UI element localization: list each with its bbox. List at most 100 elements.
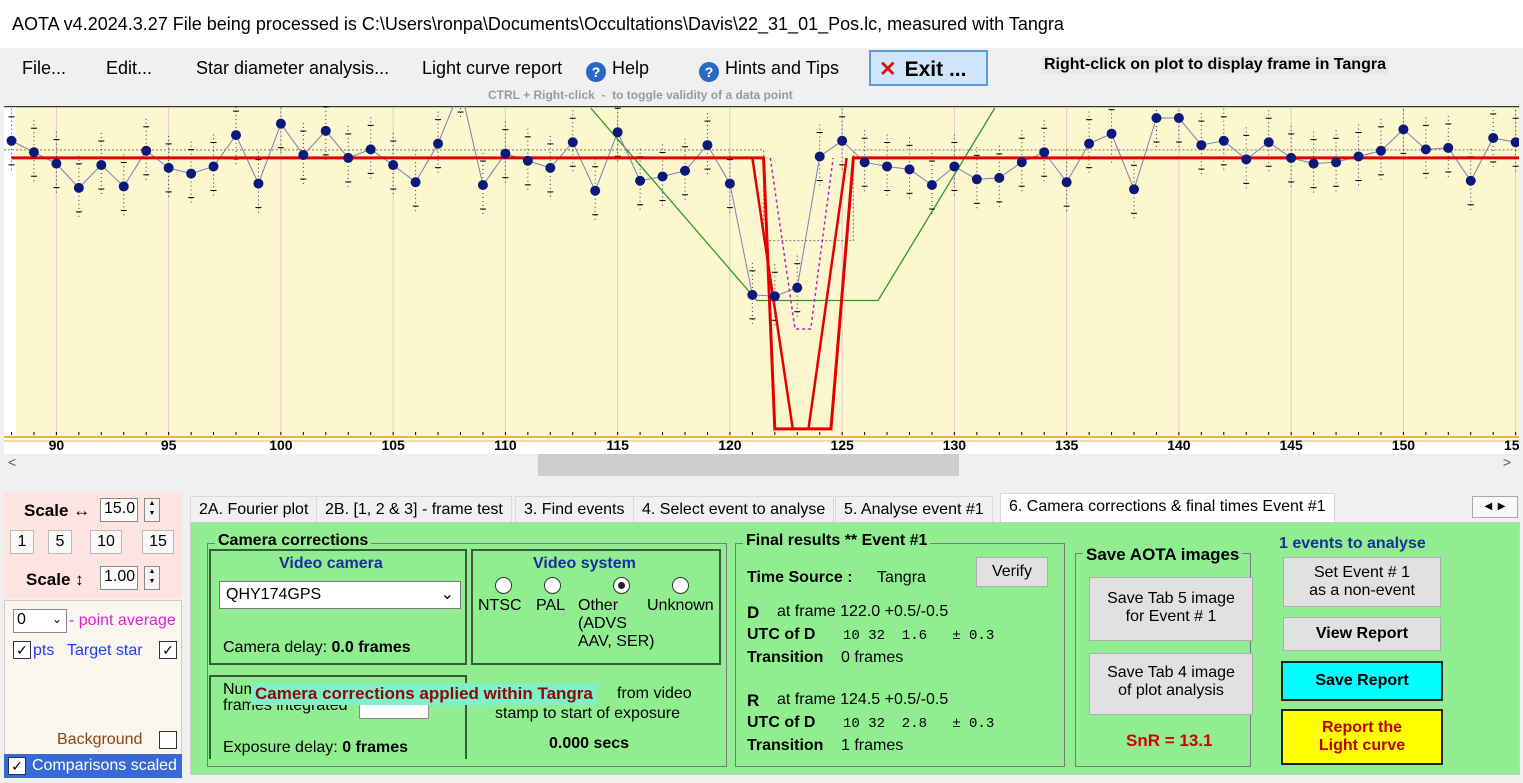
video-system-title: Video system xyxy=(533,555,636,572)
point-average-value: 0 xyxy=(17,611,26,628)
tab-camera-corrections[interactable]: 6. Camera corrections & final times Even… xyxy=(1000,493,1335,524)
x-tick-label: 135 xyxy=(1055,437,1079,453)
data-point xyxy=(410,177,421,188)
scale-1-button[interactable]: 1 xyxy=(10,530,34,554)
data-point xyxy=(882,161,893,172)
data-point xyxy=(1039,147,1050,158)
tab-scroll-arrows[interactable]: ◀ ▶ xyxy=(1472,496,1518,518)
data-point xyxy=(231,130,241,141)
scale-v-label: Scale ↕ xyxy=(26,570,84,589)
menu-light-curve-report[interactable]: Light curve report xyxy=(422,58,562,79)
save-tab4-line2: of plot analysis xyxy=(1118,682,1224,699)
view-report-button[interactable]: View Report xyxy=(1283,617,1441,651)
radio-unknown[interactable] xyxy=(672,577,689,594)
data-point xyxy=(567,137,578,148)
scale-v-input[interactable]: 1.00 xyxy=(100,566,138,590)
utc-r-value: 10 32 2.8 ± 0.3 xyxy=(843,716,995,732)
data-point xyxy=(1151,112,1162,123)
data-point xyxy=(747,289,758,300)
scroll-left-icon[interactable]: < xyxy=(8,454,16,470)
radio-pal[interactable] xyxy=(544,577,561,594)
save-tab4-button[interactable]: Save Tab 4 image of plot analysis xyxy=(1089,653,1253,715)
scale-h-input[interactable]: 15.0 xyxy=(100,498,138,522)
data-point xyxy=(1263,137,1274,148)
target-star-checkbox[interactable]: ✓ xyxy=(159,641,177,659)
save-tab4-line1: Save Tab 4 image xyxy=(1107,664,1235,681)
scale-v-spinner[interactable]: ▲ ▼ xyxy=(144,566,160,590)
menu-edit[interactable]: Edit... xyxy=(106,58,152,79)
x-tick-label: 125 xyxy=(830,437,854,453)
comparisons-checkbox[interactable]: ✓ xyxy=(8,757,26,775)
scale-10-button[interactable]: 10 xyxy=(90,530,122,554)
video-system-box: Video system NTSC PAL Other Unknown (ADV… xyxy=(471,549,721,665)
save-report-button[interactable]: Save Report xyxy=(1281,661,1443,701)
tab-select-event[interactable]: 4. Select event to analyse xyxy=(633,496,835,524)
menu-help[interactable]: ? Help xyxy=(586,58,649,82)
x-tick-label: 150 xyxy=(1392,437,1416,453)
data-point xyxy=(702,140,713,151)
tab-analyse-event[interactable]: 5. Analyse event #1 xyxy=(835,496,993,524)
ntsc-label: NTSC xyxy=(478,597,522,614)
menu-hints[interactable]: ? Hints and Tips xyxy=(699,58,839,82)
x-tick-label: 90 xyxy=(49,437,65,453)
pal-label: PAL xyxy=(536,597,566,614)
background-label: Background xyxy=(57,731,143,748)
data-point xyxy=(1106,128,1117,139)
exit-button[interactable]: ✕ Exit ... xyxy=(869,50,988,86)
points-checkbox[interactable]: ✓ xyxy=(13,641,31,659)
transition-r-value: 1 frames xyxy=(841,737,904,754)
set-event-line1: Set Event # 1 xyxy=(1313,564,1411,581)
camera-delay: Camera delay: 0.0 frames xyxy=(223,639,411,657)
scale-5-button[interactable]: 5 xyxy=(48,530,72,554)
verify-button[interactable]: Verify xyxy=(976,557,1048,587)
data-point xyxy=(1353,151,1364,162)
tab-content: Camera corrections Video camera QHY174GP… xyxy=(190,522,1520,775)
data-point xyxy=(1084,138,1095,149)
save-tab5-button[interactable]: Save Tab 5 image for Event # 1 xyxy=(1089,577,1253,641)
data-point xyxy=(1375,145,1386,156)
background-checkbox[interactable] xyxy=(159,731,177,749)
stamp-start-label: stamp to start of exposure xyxy=(495,705,680,722)
scale-15-button[interactable]: 15 xyxy=(142,530,174,554)
menu-hints-label: Hints and Tips xyxy=(725,58,840,78)
tab-fourier[interactable]: 2A. Fourier plot xyxy=(190,496,318,524)
camera-delay-value: 0.0 frames xyxy=(331,639,411,656)
data-point xyxy=(275,118,286,129)
time-source-label: Time Source : xyxy=(747,569,853,586)
save-images-title: Save AOTA images xyxy=(1083,545,1243,565)
scroll-thumb[interactable] xyxy=(538,454,959,476)
data-point xyxy=(51,158,62,169)
x-tick-label: 95 xyxy=(161,437,177,453)
data-point xyxy=(186,168,197,179)
plot-scrollbar[interactable]: < > xyxy=(4,454,1519,478)
comparisons-row[interactable]: ✓ Comparisons scaled xyxy=(4,754,182,778)
other-label: Other xyxy=(578,597,619,614)
scroll-right-icon[interactable]: > xyxy=(1503,454,1511,470)
tab-frame-test[interactable]: 2B. [1, 2 & 3] - frame test xyxy=(316,496,512,524)
data-point xyxy=(1129,184,1139,195)
data-point xyxy=(769,291,780,302)
time-source-value: Tangra xyxy=(877,569,926,586)
data-point xyxy=(926,180,937,191)
close-icon: ✕ xyxy=(879,58,897,81)
point-average-select[interactable]: 0 ⌄ xyxy=(13,609,67,633)
data-point xyxy=(1061,177,1072,188)
light-curve-plot[interactable]: 90 95 100 105 110 115 120 125 130 135 140 145 150 155 xyxy=(4,106,1519,454)
data-point xyxy=(96,160,107,171)
x-tick-label: 140 xyxy=(1167,437,1191,453)
camera-select[interactable]: QHY174GPS ⌄ xyxy=(219,581,461,609)
menu-file[interactable]: File... xyxy=(22,58,66,79)
menu-star-diameter[interactable]: Star diameter analysis... xyxy=(196,58,389,79)
x-tick-label: 130 xyxy=(943,437,967,453)
x-tick-label: 145 xyxy=(1279,437,1303,453)
tab-find-events[interactable]: 3. Find events xyxy=(515,496,634,524)
radio-ntsc[interactable] xyxy=(495,577,512,594)
window-title: AOTA v4.2024.3.27 File being processed i… xyxy=(12,14,1064,34)
set-non-event-button[interactable]: Set Event # 1 as a non-event xyxy=(1283,557,1441,607)
radio-other[interactable] xyxy=(613,577,630,594)
data-point xyxy=(298,150,309,161)
transition-d-label: Transition xyxy=(747,649,824,666)
report-light-curve-button[interactable]: Report the Light curve xyxy=(1281,709,1443,765)
data-point xyxy=(1173,112,1184,123)
scale-h-spinner[interactable]: ▲ ▼ xyxy=(144,498,160,522)
